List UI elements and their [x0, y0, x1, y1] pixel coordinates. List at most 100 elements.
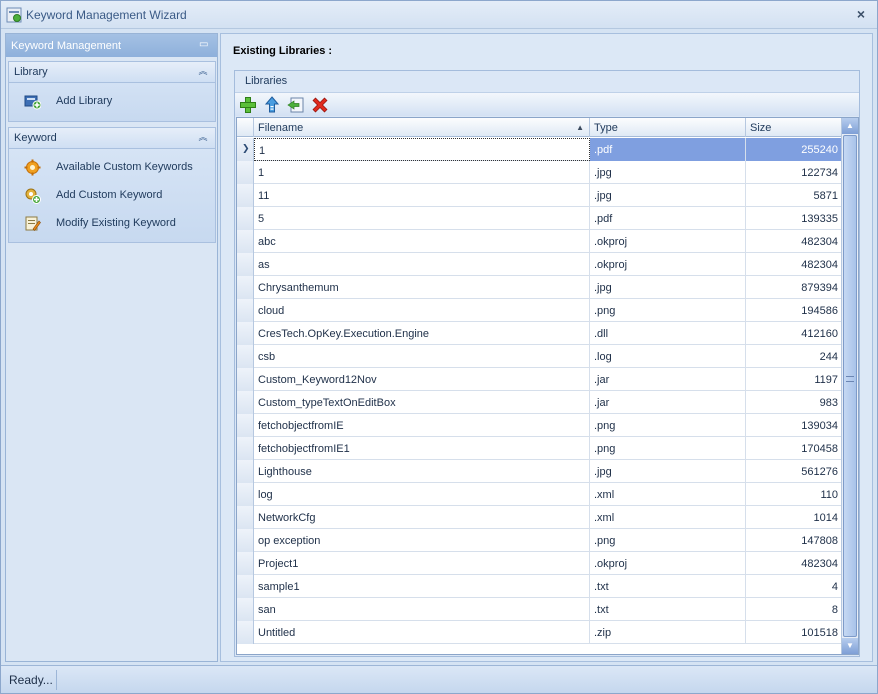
size-cell[interactable]: 147808 — [746, 529, 841, 552]
size-cell[interactable]: 412160 — [746, 322, 841, 345]
filename-cell[interactable]: Custom_typeTextOnEditBox — [254, 391, 590, 414]
pin-icon[interactable]: ▭ — [199, 39, 209, 51]
row-indicator[interactable] — [237, 506, 254, 529]
filename-cell[interactable]: NetworkCfg — [254, 506, 590, 529]
row-indicator[interactable] — [237, 575, 254, 598]
type-cell[interactable]: .jar — [590, 391, 746, 414]
row-indicator[interactable] — [237, 184, 254, 207]
table-row[interactable]: 1 .jpg 122734 — [237, 161, 841, 184]
table-row[interactable]: 5 .pdf 139335 — [237, 207, 841, 230]
size-cell[interactable]: 983 — [746, 391, 841, 414]
nav-add-keyword[interactable]: Add Custom Keyword — [9, 181, 215, 209]
type-cell[interactable]: .png — [590, 299, 746, 322]
type-cell[interactable]: .png — [590, 414, 746, 437]
size-cell[interactable]: 122734 — [746, 161, 841, 184]
filename-cell[interactable]: 11 — [254, 184, 590, 207]
keyword-group-header[interactable]: Keyword ︽ — [9, 128, 215, 149]
filename-cell[interactable]: Project1 — [254, 552, 590, 575]
size-cell[interactable]: 561276 — [746, 460, 841, 483]
type-cell[interactable]: .okproj — [590, 230, 746, 253]
filename-cell[interactable]: sample1 — [254, 575, 590, 598]
filename-cell[interactable]: 5 — [254, 207, 590, 230]
row-indicator[interactable] — [237, 598, 254, 621]
row-indicator[interactable] — [237, 460, 254, 483]
size-cell[interactable]: 482304 — [746, 253, 841, 276]
upload-icon[interactable] — [263, 96, 281, 114]
filename-cell[interactable]: op exception — [254, 529, 590, 552]
filename-cell[interactable]: abc — [254, 230, 590, 253]
nav-modify-keyword[interactable]: Modify Existing Keyword — [9, 209, 215, 237]
filename-cell[interactable]: fetchobjectfromIE1 — [254, 437, 590, 460]
type-cell[interactable]: .okproj — [590, 253, 746, 276]
filename-cell[interactable]: Custom_Keyword12Nov — [254, 368, 590, 391]
row-indicator[interactable] — [237, 253, 254, 276]
filename-cell[interactable]: Lighthouse — [254, 460, 590, 483]
type-cell[interactable]: .txt — [590, 598, 746, 621]
row-indicator[interactable] — [237, 161, 254, 184]
library-group-header[interactable]: Library ︽ — [9, 62, 215, 83]
add-icon[interactable] — [239, 96, 257, 114]
row-indicator[interactable] — [237, 391, 254, 414]
size-cell[interactable]: 110 — [746, 483, 841, 506]
type-cell[interactable]: .pdf — [590, 207, 746, 230]
row-indicator[interactable]: ❯ — [237, 138, 254, 161]
row-indicator[interactable] — [237, 437, 254, 460]
filename-cell[interactable]: 1 — [254, 138, 590, 161]
row-indicator[interactable] — [237, 483, 254, 506]
table-row[interactable]: log .xml 110 — [237, 483, 841, 506]
type-cell[interactable]: .txt — [590, 575, 746, 598]
filename-cell[interactable]: cloud — [254, 299, 590, 322]
row-indicator[interactable] — [237, 276, 254, 299]
row-indicator[interactable] — [237, 322, 254, 345]
size-cell[interactable]: 1014 — [746, 506, 841, 529]
table-row[interactable]: Chrysanthemum .jpg 879394 — [237, 276, 841, 299]
row-indicator[interactable] — [237, 207, 254, 230]
type-cell[interactable]: .png — [590, 529, 746, 552]
table-row[interactable]: op exception .png 147808 — [237, 529, 841, 552]
size-cell[interactable]: 8 — [746, 598, 841, 621]
table-row[interactable]: san .txt 8 — [237, 598, 841, 621]
size-cell[interactable]: 255240 — [746, 138, 841, 161]
table-row[interactable]: abc .okproj 482304 — [237, 230, 841, 253]
table-row[interactable]: Project1 .okproj 482304 — [237, 552, 841, 575]
type-cell[interactable]: .dll — [590, 322, 746, 345]
type-cell[interactable]: .log — [590, 345, 746, 368]
type-cell[interactable]: .xml — [590, 506, 746, 529]
row-indicator[interactable] — [237, 414, 254, 437]
column-header-type[interactable]: Type — [590, 118, 746, 137]
vertical-scrollbar[interactable]: ▲ ▼ — [841, 118, 858, 654]
size-cell[interactable]: 244 — [746, 345, 841, 368]
close-icon[interactable]: × — [857, 6, 865, 22]
type-cell[interactable]: .jpg — [590, 184, 746, 207]
filename-cell[interactable]: as — [254, 253, 590, 276]
collapse-icon[interactable]: ︽ — [197, 65, 209, 77]
size-cell[interactable]: 482304 — [746, 552, 841, 575]
type-cell[interactable]: .okproj — [590, 552, 746, 575]
row-indicator[interactable] — [237, 368, 254, 391]
table-row[interactable]: fetchobjectfromIE1 .png 170458 — [237, 437, 841, 460]
table-row[interactable]: cloud .png 194586 — [237, 299, 841, 322]
row-indicator[interactable] — [237, 529, 254, 552]
import-icon[interactable] — [287, 96, 305, 114]
table-row[interactable]: Lighthouse .jpg 561276 — [237, 460, 841, 483]
row-indicator[interactable] — [237, 621, 254, 644]
type-cell[interactable]: .png — [590, 437, 746, 460]
filename-cell[interactable]: Chrysanthemum — [254, 276, 590, 299]
type-cell[interactable]: .pdf — [590, 138, 746, 161]
table-row[interactable]: as .okproj 482304 — [237, 253, 841, 276]
type-cell[interactable]: .xml — [590, 483, 746, 506]
filename-cell[interactable]: san — [254, 598, 590, 621]
type-cell[interactable]: .jar — [590, 368, 746, 391]
type-cell[interactable]: .jpg — [590, 161, 746, 184]
size-cell[interactable]: 1197 — [746, 368, 841, 391]
row-indicator[interactable] — [237, 345, 254, 368]
collapse-icon[interactable]: ︽ — [197, 131, 209, 143]
table-row[interactable]: Custom_Keyword12Nov .jar 1197 — [237, 368, 841, 391]
size-cell[interactable]: 4 — [746, 575, 841, 598]
size-cell[interactable]: 101518 — [746, 621, 841, 644]
nav-add-library[interactable]: Add Library — [9, 87, 215, 115]
size-cell[interactable]: 482304 — [746, 230, 841, 253]
row-indicator[interactable] — [237, 552, 254, 575]
size-cell[interactable]: 879394 — [746, 276, 841, 299]
table-row[interactable]: CresTech.OpKey.Execution.Engine .dll 41216… — [237, 322, 841, 345]
